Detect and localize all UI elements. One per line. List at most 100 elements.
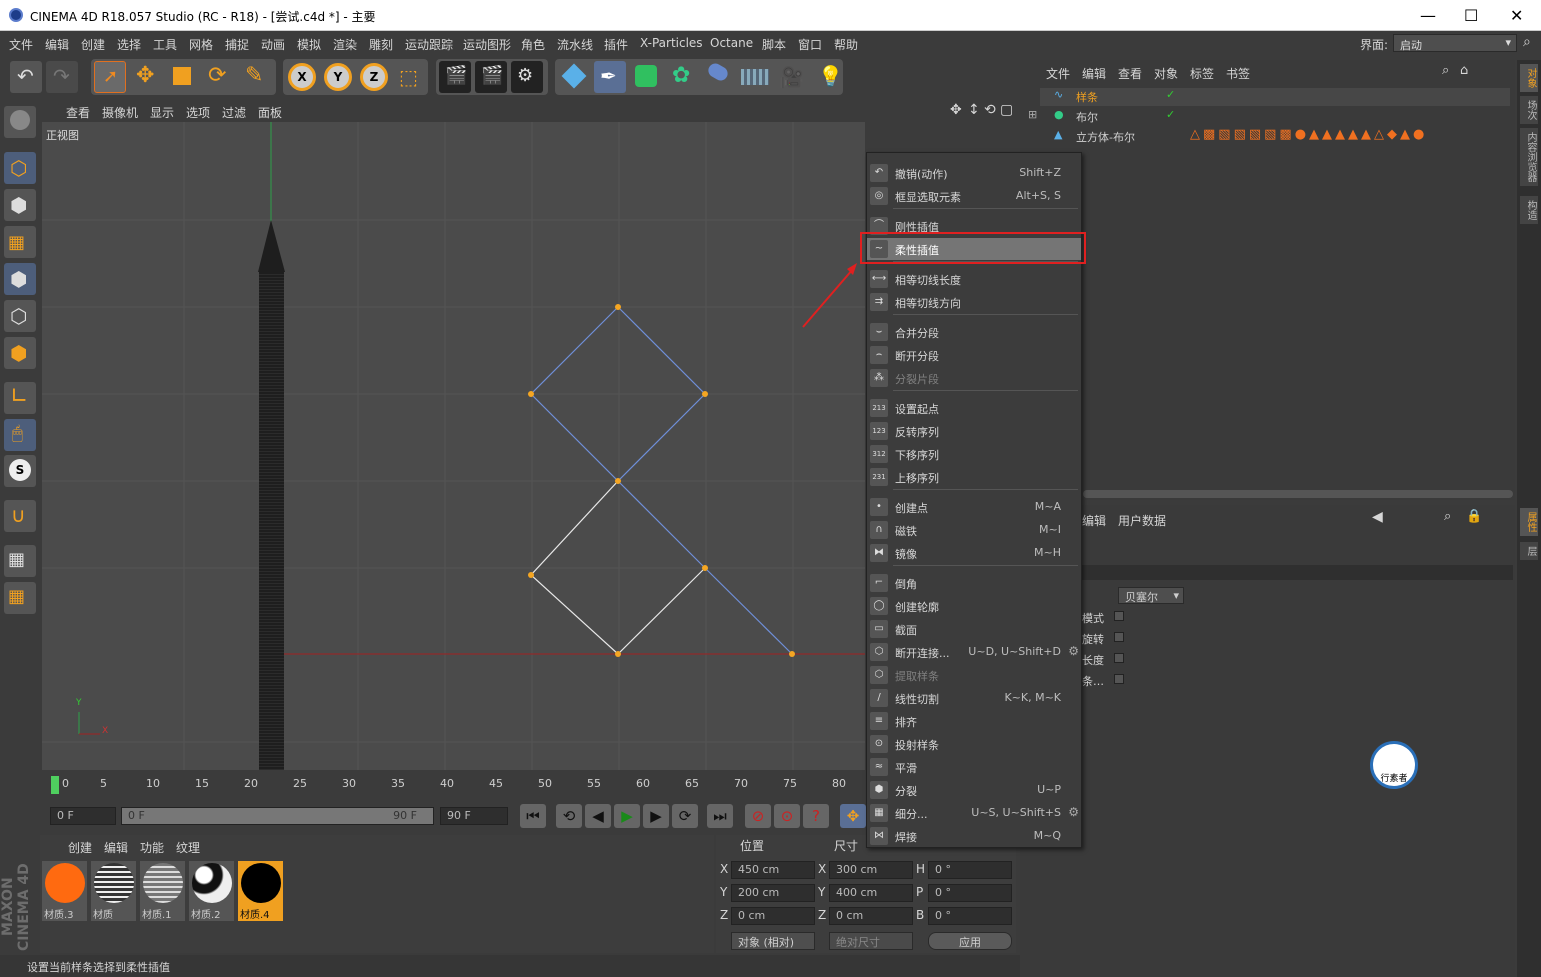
- vp-menu-camera[interactable]: 摄像机: [102, 104, 138, 121]
- menu-simulate[interactable]: 模拟: [297, 36, 321, 53]
- context-item[interactable]: ↶ 撤销(动作) Shift+Z: [867, 162, 1081, 184]
- vp-menu-view[interactable]: 查看: [66, 104, 90, 121]
- timeline-ruler[interactable]: 0 5 10 15 20 25 30 35 40 45 50 55 60 65 …: [42, 772, 865, 798]
- menu-tools[interactable]: 工具: [153, 36, 177, 53]
- deformer-button[interactable]: [702, 60, 734, 93]
- context-item[interactable]: ◯ 创建轮廓: [867, 595, 1081, 617]
- attr-menu-edit[interactable]: 编辑: [1082, 512, 1106, 529]
- type-dropdown[interactable]: 贝塞尔 ▾: [1118, 587, 1184, 604]
- maximize-view-icon[interactable]: ▢: [1000, 102, 1013, 118]
- object-row-spline[interactable]: ∿ 样条 ✓: [1040, 88, 1510, 106]
- redo-button[interactable]: ↷: [46, 61, 78, 93]
- select-tool-button[interactable]: ➚: [94, 61, 126, 93]
- vp-menu-panel[interactable]: 面板: [258, 104, 282, 121]
- orbit-icon[interactable]: ⟲: [984, 102, 996, 118]
- autokey-button[interactable]: ⊙: [774, 804, 800, 828]
- size-x-field[interactable]: 300 cm: [829, 861, 913, 879]
- rot-b-field[interactable]: 0 °: [928, 907, 1012, 925]
- obj-menu-objects[interactable]: 对象: [1154, 65, 1178, 82]
- context-item[interactable]: ⌣ 合并分段: [867, 321, 1081, 343]
- cube-button[interactable]: [558, 61, 590, 93]
- spline-pen-button[interactable]: ✒: [594, 61, 626, 93]
- menu-select[interactable]: 选择: [117, 36, 141, 53]
- menu-xparticles[interactable]: X-Particles: [640, 36, 703, 50]
- vp-menu-options[interactable]: 选项: [186, 104, 210, 121]
- obj-menu-bookmarks[interactable]: 书签: [1226, 65, 1250, 82]
- material-swatch[interactable]: 材质: [91, 861, 136, 921]
- size-mode-dropdown[interactable]: 绝对尺寸: [829, 932, 913, 950]
- maximize-button[interactable]: ☐: [1464, 6, 1478, 25]
- x-axis-button[interactable]: X: [286, 61, 318, 93]
- mat-menu-function[interactable]: 功能: [140, 839, 164, 856]
- play-button[interactable]: ▶: [614, 804, 640, 828]
- context-item[interactable]: ◎ 框显选取元素 Alt+S, S: [867, 185, 1081, 207]
- zoom-icon[interactable]: ↕: [968, 102, 980, 118]
- gear-icon[interactable]: ⚙: [1068, 644, 1079, 658]
- menu-octane[interactable]: Octane: [710, 36, 753, 50]
- axis-mode-button[interactable]: ∟: [4, 382, 36, 414]
- vp-menu-display[interactable]: 显示: [150, 104, 174, 121]
- material-swatch-selected[interactable]: 材质.4: [238, 861, 283, 921]
- keyframe-selection-button[interactable]: ?: [803, 804, 829, 828]
- size-y-field[interactable]: 400 cm: [829, 884, 913, 902]
- material-swatch[interactable]: 材质.1: [140, 861, 185, 921]
- start-frame-field[interactable]: 0 F: [50, 807, 116, 825]
- context-item[interactable]: 231 上移序列: [867, 466, 1081, 488]
- rotate-tool-button[interactable]: ⟳: [202, 61, 234, 93]
- context-item[interactable]: ⧓ 镜像 M~H: [867, 542, 1081, 564]
- pan-icon[interactable]: ✥: [950, 102, 962, 118]
- apply-button[interactable]: 应用: [928, 932, 1012, 950]
- menu-render[interactable]: 渲染: [333, 36, 357, 53]
- layout-dropdown[interactable]: 启动 ▾: [1393, 34, 1517, 52]
- pos-z-field[interactable]: 0 cm: [731, 907, 815, 925]
- mat-menu-edit[interactable]: 编辑: [104, 839, 128, 856]
- size-z-field[interactable]: 0 cm: [829, 907, 913, 925]
- context-item[interactable]: ⌢ 断开分段: [867, 344, 1081, 366]
- expand-icon[interactable]: ⊞: [1028, 108, 1037, 121]
- polygons-mode-button[interactable]: ⬢: [4, 337, 36, 369]
- context-item[interactable]: ▭ 截面: [867, 618, 1081, 640]
- menu-window[interactable]: 窗口: [798, 36, 822, 53]
- menu-animate[interactable]: 动画: [261, 36, 285, 53]
- obj-menu-tags[interactable]: 标签: [1190, 65, 1214, 82]
- menu-plugins[interactable]: 插件: [604, 36, 628, 53]
- context-item[interactable]: / 线性切割 K~K, M~K: [867, 687, 1081, 709]
- context-item[interactable]: ≡ 排齐: [867, 710, 1081, 732]
- context-item[interactable]: 123 反转序列: [867, 420, 1081, 442]
- menu-snap[interactable]: 捕捉: [225, 36, 249, 53]
- lock-workplane-button[interactable]: ▦: [4, 545, 36, 577]
- tab-objects[interactable]: 对象: [1520, 64, 1538, 92]
- model-mode-button[interactable]: ⬡: [4, 152, 36, 184]
- sphere-tool[interactable]: [4, 106, 36, 138]
- tab-content-browser[interactable]: 内容浏览器: [1520, 128, 1538, 186]
- mat-menu-texture[interactable]: 纹理: [176, 839, 200, 856]
- workplane-button[interactable]: ▦: [4, 226, 36, 258]
- subdivision-button[interactable]: [630, 61, 662, 93]
- obj-menu-edit[interactable]: 编辑: [1082, 65, 1106, 82]
- light-button[interactable]: 💡: [810, 61, 843, 93]
- rot-p-field[interactable]: 0 °: [928, 884, 1012, 902]
- tweak-mode-button[interactable]: 🖱: [4, 419, 36, 451]
- gear-icon[interactable]: ⚙: [1068, 805, 1079, 819]
- search-icon[interactable]: ⌕: [1442, 63, 1449, 78]
- menu-create[interactable]: 创建: [81, 36, 105, 53]
- lock-icon[interactable]: 🔒: [1466, 509, 1482, 524]
- menu-edit[interactable]: 编辑: [45, 36, 69, 53]
- next-frame-button[interactable]: ▶: [643, 804, 669, 828]
- menu-motion-tracking[interactable]: 运动跟踪: [405, 36, 453, 53]
- object-row-cube-boole[interactable]: ▲ 立方体-布尔 △▩▧▧▧▧▩●▲▲▲▲▲△◆▲●: [1040, 127, 1510, 146]
- magnet-button[interactable]: ∪: [4, 500, 36, 532]
- playhead[interactable]: [51, 776, 59, 794]
- scale-tool-button[interactable]: [166, 61, 198, 93]
- record-button[interactable]: ⊘: [745, 804, 771, 828]
- checkbox[interactable]: [1114, 674, 1124, 684]
- goto-end-button[interactable]: ⏭: [707, 804, 733, 828]
- visible-check-icon[interactable]: ✓: [1166, 88, 1175, 101]
- menu-pipeline[interactable]: 流水线: [557, 36, 593, 53]
- obj-menu-view[interactable]: 查看: [1118, 65, 1142, 82]
- tab-takes[interactable]: 场次: [1520, 96, 1538, 124]
- context-item[interactable]: • 创建点 M~A: [867, 496, 1081, 518]
- context-item[interactable]: ⇉ 相等切线方向: [867, 291, 1081, 313]
- close-button[interactable]: ✕: [1510, 6, 1523, 25]
- menu-mograph[interactable]: 运动图形: [463, 36, 511, 53]
